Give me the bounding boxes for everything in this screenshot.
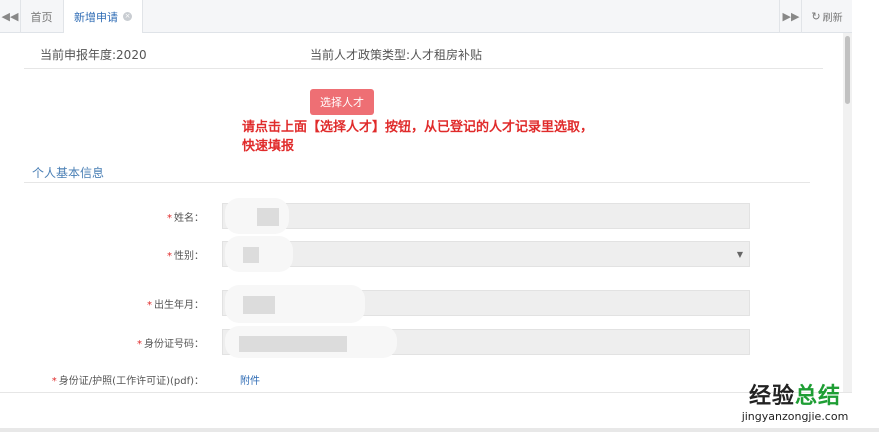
gender-label-text: 性别： (174, 251, 204, 262)
birth-label: * 出生年月： (90, 296, 204, 311)
chevron-down-icon[interactable]: ▼ (737, 250, 743, 259)
tab-new-application[interactable]: 新增申请 × (64, 0, 143, 33)
bottom-bar (0, 428, 879, 432)
required-mark: * (137, 339, 142, 350)
application-info-row: 当前申报年度:2020 当前人才政策类型:人才租房补贴 (24, 38, 823, 69)
redaction-blur (239, 336, 347, 352)
redaction-blur (225, 236, 293, 272)
tab-bar: ◀◀ 首页 新增申请 × ▶▶ ↻ 刷新 (0, 0, 879, 33)
hint-text: 请点击上面【选择人才】按钮，从已登记的人才记录里选取， 快速填报 (242, 118, 642, 156)
gender-select[interactable]: ▼ (222, 236, 750, 272)
section-title-personal-info: 个人基本信息 (32, 166, 105, 180)
tab-label: 新增申请 (74, 10, 118, 24)
gender-label: * 性别： (100, 247, 204, 262)
required-mark: * (51, 376, 57, 387)
name-label-text: 姓名： (174, 213, 204, 224)
birth-label-text: 出生年月： (154, 300, 204, 311)
double-chevron-left-icon[interactable]: ◀◀ (0, 0, 21, 33)
passport-label: * 身份证/护照(工作许可证)(pdf)： (20, 372, 204, 387)
id-number-input[interactable] (222, 326, 750, 358)
id-number-label-text: 身份证号码： (144, 339, 204, 350)
required-mark: * (147, 300, 152, 311)
declaration-year: 当前申报年度:2020 (40, 48, 147, 62)
watermark-title: 经验总结 (720, 384, 870, 410)
refresh-label: 刷新 (822, 13, 843, 24)
redaction-blur (243, 296, 275, 314)
attachment-link[interactable]: 附件 (240, 372, 260, 387)
policy-type: 当前人才政策类型:人才租房补贴 (310, 48, 483, 62)
scrollbar-thumb[interactable] (845, 36, 850, 104)
required-mark: * (167, 251, 172, 262)
select-talent-button[interactable]: 选择人才 (310, 89, 374, 115)
required-mark: * (167, 213, 172, 224)
passport-label-text: 身份证/护照(工作许可证)(pdf)： (58, 376, 204, 387)
section-divider (24, 182, 810, 183)
birth-date-input[interactable] (222, 285, 750, 323)
double-chevron-right-icon[interactable]: ▶▶ (779, 0, 802, 33)
refresh-icon: ↻ (811, 10, 821, 23)
name-label: * 姓名： (100, 209, 204, 224)
redaction-blur (243, 247, 259, 263)
page-right-margin (852, 0, 879, 432)
close-icon[interactable]: × (123, 12, 132, 21)
watermark-url: jingyanzongjie.com (741, 410, 849, 423)
redaction-blur (257, 208, 279, 226)
tab-home[interactable]: 首页 (20, 0, 64, 33)
name-input[interactable] (222, 198, 750, 234)
hint-line-2: 快速填报 (242, 139, 295, 154)
refresh-button[interactable]: ↻ 刷新 (801, 0, 852, 33)
watermark-main: 经验 (748, 384, 795, 409)
id-number-label: * 身份证号码： (90, 335, 204, 350)
watermark: 经验总结 jingyanzongjie.com (720, 384, 870, 423)
hint-line-1: 请点击上面【选择人才】按钮，从已登记的人才记录里选取， (242, 120, 594, 135)
watermark-sub: 总结 (795, 384, 842, 409)
